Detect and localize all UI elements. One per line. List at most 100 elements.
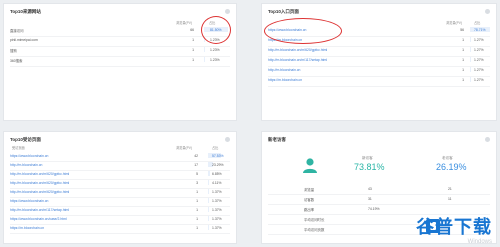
pv-value: 1	[196, 217, 198, 221]
share-bar	[470, 67, 471, 72]
page-link[interactable]: http://m.bloorchain.cn/m/620/gpfcc.html	[10, 181, 69, 185]
table-row: https://m.bloorchain.cn 1 1.27%	[268, 76, 490, 87]
help-icon[interactable]	[485, 9, 490, 14]
share-bar	[470, 37, 471, 42]
col-header-pct: 占比	[212, 146, 219, 150]
card-title: 新老访客	[268, 137, 286, 142]
table-row: https://m.bloorchain.cn 1 1.37%	[10, 224, 230, 234]
old-visitor-value: 26.19%	[436, 162, 467, 172]
metric-label: 跳出率	[304, 208, 315, 212]
page-link[interactable]: http://m.bloorchain.cn/m/620/gpfcc.html	[10, 172, 69, 176]
pv-value: 17	[194, 163, 198, 167]
source-label: pinli.mimeipai.com	[10, 38, 38, 42]
pct-value: 1.27%	[474, 38, 484, 42]
pct-value: 1.37%	[212, 190, 222, 194]
pv-value: 1	[196, 190, 198, 194]
pv-value: 56	[460, 28, 464, 32]
highlight-circle	[264, 18, 342, 44]
pct-value: 1.27%	[474, 48, 484, 52]
share-bar	[470, 57, 471, 62]
pv-value: 1	[192, 58, 194, 62]
pct-value: 1.23%	[210, 58, 220, 62]
pv-value: 5	[196, 172, 198, 176]
pct-value: 1.37%	[212, 208, 222, 212]
page-link[interactable]: http://m.bloorchain.cn	[10, 163, 42, 167]
highlight-circle	[201, 16, 231, 44]
metric-new: 31	[368, 197, 372, 201]
pv-value: 42	[194, 154, 198, 158]
pv-value: 1	[196, 199, 198, 203]
card-title: Top10来源网站	[10, 9, 41, 14]
col-header-visits: 浏览量(PV)	[446, 21, 462, 25]
help-icon[interactable]	[485, 137, 490, 142]
metric-new: 43	[368, 187, 372, 191]
share-bar	[208, 216, 209, 221]
share-bar	[208, 207, 209, 212]
card-title: Top10受访页面	[10, 137, 41, 142]
metric-old: 21	[448, 187, 452, 191]
card-title: Top10入口页面	[268, 9, 299, 14]
pv-value: 1	[196, 208, 198, 212]
page-link[interactable]: https://www.bloorchain.cn/case/2.html	[10, 217, 67, 221]
metric-label: 浏览量	[304, 188, 315, 192]
help-icon[interactable]	[225, 9, 230, 14]
pv-value: 1	[462, 48, 464, 52]
pv-value: 66	[190, 28, 194, 32]
pv-value: 1	[462, 58, 464, 62]
table-row: 360搜索 1 1.23%	[10, 56, 230, 67]
pv-value: 1	[192, 38, 194, 42]
page-link[interactable]: https://m.bloorchain.cn	[268, 78, 302, 82]
metric-new: 74.19%	[368, 207, 380, 211]
help-icon[interactable]	[225, 137, 230, 142]
col-header-pct: 占比	[474, 21, 481, 25]
watermark-faint: Windows	[467, 239, 492, 245]
referrers-card: Top10来源网站 浏览量(PV) 占比 直接访问 66 81.50% pinli.m…	[3, 3, 237, 121]
pct-value: 1.27%	[474, 68, 484, 72]
share-bar	[208, 198, 209, 203]
new-visitor-value: 73.81%	[354, 162, 385, 172]
page-link[interactable]: http://m.bloorchain.cn	[268, 68, 300, 72]
page-link[interactable]: http://m.bloorchain.cn/m/620/gpfcc.html	[268, 48, 327, 52]
share-bar	[204, 47, 205, 52]
share-bar	[208, 180, 209, 185]
col-header-page: 受访页面	[12, 146, 25, 150]
source-label: 360搜索	[10, 59, 23, 63]
pv-value: 1	[462, 38, 464, 42]
pv-value: 1	[196, 226, 198, 230]
pct-value: 6.85%	[212, 172, 222, 176]
source-label: 搜狗	[10, 49, 17, 53]
metric-label: 平均访问页数	[304, 228, 325, 232]
share-bar	[208, 189, 209, 194]
col-header-visits: 浏览量(PV)	[176, 21, 192, 25]
pct-value: 1.27%	[474, 78, 484, 82]
page-link[interactable]: http://m.bloorchain.cn/m/620/gpfcc.html	[10, 190, 69, 194]
pv-value: 1	[192, 48, 194, 52]
page-link[interactable]: https://m.bloorchain.cn	[10, 226, 44, 230]
pct-value: 1.23%	[210, 48, 220, 52]
user-icon	[303, 158, 317, 173]
pct-value: 23.29%	[212, 163, 224, 167]
page-link[interactable]: https://www.bloorchain.cn	[10, 199, 48, 203]
share-bar	[208, 225, 209, 230]
pv-value: 3	[196, 181, 198, 185]
pv-value: 1	[462, 78, 464, 82]
pct-value: 4.11%	[212, 181, 222, 185]
watermark-text: 谷普下载	[416, 217, 492, 237]
entries-card: Top10入口页面 浏览量(PV) 占比 https://www.bloorch…	[261, 3, 497, 121]
page-link[interactable]: https://www.bloorchain.cn	[10, 154, 48, 158]
pct-value: 1.37%	[212, 199, 222, 203]
share-bar	[470, 77, 471, 82]
page-link[interactable]: http://m.bloorchain.cn/m/117/setap.html	[10, 208, 69, 212]
page-link[interactable]: http://m.bloorchain.cn/m/117/setap.html	[268, 58, 327, 62]
share-bar	[208, 171, 210, 176]
visited-card: Top10受访页面 受访页面 浏览量(PV) 占比 https://www.bl…	[3, 131, 237, 244]
old-visitor-label: 老访客	[442, 156, 453, 160]
pct-value: 1.37%	[212, 217, 222, 221]
metric-label: 平均访问时长	[304, 218, 325, 222]
pct-value: 57.53%	[212, 154, 224, 158]
share-bar	[470, 47, 471, 52]
source-label: 直接访问	[10, 29, 24, 33]
metric-label: 访客数	[304, 198, 315, 202]
share-bar	[204, 57, 205, 62]
pct-value: 1.27%	[474, 58, 484, 62]
